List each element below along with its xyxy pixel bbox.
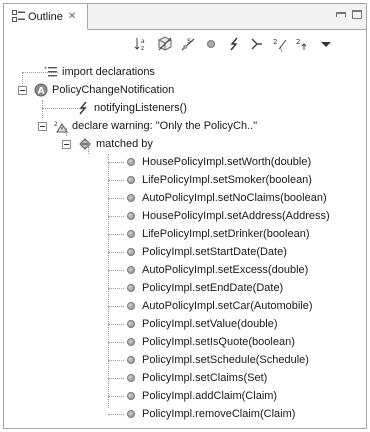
method-match-icon [124, 209, 138, 223]
tab-strip [88, 4, 366, 30]
method-match-icon [124, 299, 138, 313]
tree-item-label: PolicyImpl.setValue(double) [142, 318, 278, 330]
tree-item-label: notifyingListeners() [94, 102, 187, 114]
svg-text:z: z [141, 45, 144, 52]
method-match-icon [124, 191, 138, 205]
tree-item-matched-by[interactable]: matched by [78, 135, 153, 153]
aspect-icon: A [34, 83, 48, 97]
tree-item-label: PolicyImpl.setClaims(Set) [142, 372, 268, 384]
hide-nonpublic-icon[interactable] [203, 36, 219, 52]
sort-alpha-icon[interactable]: az [134, 36, 150, 52]
tree-item-match[interactable]: HousePolicyImpl.setWorth(double) [124, 153, 311, 171]
tree-item-label: LifePolicyImpl.setSmoker(boolean) [142, 174, 312, 186]
pointcut-icon [76, 101, 90, 115]
method-match-icon [124, 335, 138, 349]
collapse-toggle[interactable] [38, 122, 47, 131]
tree-item-match[interactable]: PolicyImpl.setValue(double) [124, 315, 278, 333]
outline-view: Outline ✕ az s 2 \ 2 import declarations… [3, 3, 367, 429]
svg-text:2: 2 [273, 38, 277, 46]
method-match-icon [124, 173, 138, 187]
tree-item-match[interactable]: PolicyImpl.addClaim(Claim) [124, 387, 277, 405]
svg-text:A: A [38, 86, 45, 96]
intertype-icon[interactable]: 2 [295, 36, 311, 52]
tree-item-label: PolicyImpl.setStartDate(Date) [142, 246, 287, 258]
pointcut-icon[interactable] [226, 36, 242, 52]
method-match-icon [124, 281, 138, 295]
tree-item-label: AutoPolicyImpl.setExcess(double) [142, 264, 309, 276]
tree-item-label: PolicyImpl.addClaim(Claim) [142, 390, 278, 402]
hide-static-icon[interactable]: s [180, 36, 196, 52]
tree-item-label: PolicyChangeNotification [52, 84, 175, 96]
svg-text:a: a [141, 38, 145, 45]
tree-item-label: LifePolicyImpl.setDrinker(boolean) [142, 228, 310, 240]
tree-item-match[interactable]: PolicyImpl.setClaims(Set) [124, 369, 267, 387]
outline-tab[interactable]: Outline ✕ [4, 4, 88, 30]
tree-item-match[interactable]: AutoPolicyImpl.setCar(Automobile) [124, 297, 313, 315]
view-title: Outline [28, 10, 63, 23]
method-match-icon [124, 155, 138, 169]
tree-item-label: declare warning: "Only the PolicyCh.." [72, 120, 258, 132]
tree-item-label: PolicyImpl.setEndDate(Date) [142, 282, 284, 294]
svg-text:2: 2 [296, 38, 300, 46]
method-match-icon [124, 389, 138, 403]
declare-warning-icon: 2 [54, 119, 68, 133]
tree-item-label: HousePolicyImpl.setAddress(Address) [142, 210, 330, 222]
tree-item-imports[interactable]: import declarations [44, 63, 155, 81]
tree-item-match[interactable]: AutoPolicyImpl.setExcess(double) [124, 261, 308, 279]
declare-icon[interactable]: 2 \ [272, 36, 288, 52]
tree-item-label: HousePolicyImpl.setWorth(double) [142, 156, 312, 168]
method-match-icon [124, 227, 138, 241]
outline-toolbar: az s 2 \ 2 [134, 34, 334, 54]
svg-text:2: 2 [54, 121, 58, 128]
method-match-icon [124, 245, 138, 259]
method-match-icon [124, 353, 138, 367]
svg-text:\: \ [280, 46, 283, 52]
tree-item-label: import declarations [62, 66, 155, 78]
collapse-toggle[interactable] [18, 86, 27, 95]
minimize-button[interactable] [336, 12, 346, 17]
matched-by-icon [78, 137, 92, 151]
view-menu-icon[interactable] [318, 36, 334, 52]
method-match-icon [124, 407, 138, 421]
tree-item-match[interactable]: LifePolicyImpl.setDrinker(boolean) [124, 225, 310, 243]
tree-item-match[interactable]: PolicyImpl.setEndDate(Date) [124, 279, 283, 297]
tree-item-label: AutoPolicyImpl.setCar(Automobile) [142, 300, 313, 312]
method-match-icon [124, 371, 138, 385]
maximize-button[interactable] [352, 10, 362, 19]
tree-item-match[interactable]: PolicyImpl.setStartDate(Date) [124, 243, 287, 261]
tree-item-label: PolicyImpl.removeClaim(Claim) [142, 408, 296, 420]
tree-item-label: matched by [96, 138, 153, 150]
tree-item-aspect[interactable]: A PolicyChangeNotification [34, 81, 174, 99]
tree-item-label: PolicyImpl.setIsQuote(boolean) [142, 336, 295, 348]
tree-item-match[interactable]: PolicyImpl.removeClaim(Claim) [124, 405, 295, 423]
outline-view-icon [11, 10, 25, 24]
tree-item-match[interactable]: PolicyImpl.setIsQuote(boolean) [124, 333, 295, 351]
advice-icon[interactable] [249, 36, 265, 52]
tree-item-match[interactable]: HousePolicyImpl.setAddress(Address) [124, 207, 330, 225]
tree-item-pointcut[interactable]: notifyingListeners() [76, 99, 187, 117]
tree-item-label: PolicyImpl.setSchedule(Schedule) [142, 354, 309, 366]
hide-fields-icon[interactable] [157, 36, 173, 52]
imports-icon [44, 65, 58, 79]
tree-item-match[interactable]: LifePolicyImpl.setSmoker(boolean) [124, 171, 312, 189]
tree-item-declare-warning[interactable]: 2 declare warning: "Only the PolicyCh.." [54, 117, 257, 135]
tree-item-match[interactable]: PolicyImpl.setSchedule(Schedule) [124, 351, 309, 369]
collapse-toggle[interactable] [62, 140, 71, 149]
method-match-icon [124, 263, 138, 277]
tree-item-match[interactable]: AutoPolicyImpl.setNoClaims(boolean) [124, 189, 327, 207]
tree-item-label: AutoPolicyImpl.setNoClaims(boolean) [142, 192, 327, 204]
close-icon[interactable]: ✕ [68, 11, 76, 22]
method-match-icon [124, 317, 138, 331]
